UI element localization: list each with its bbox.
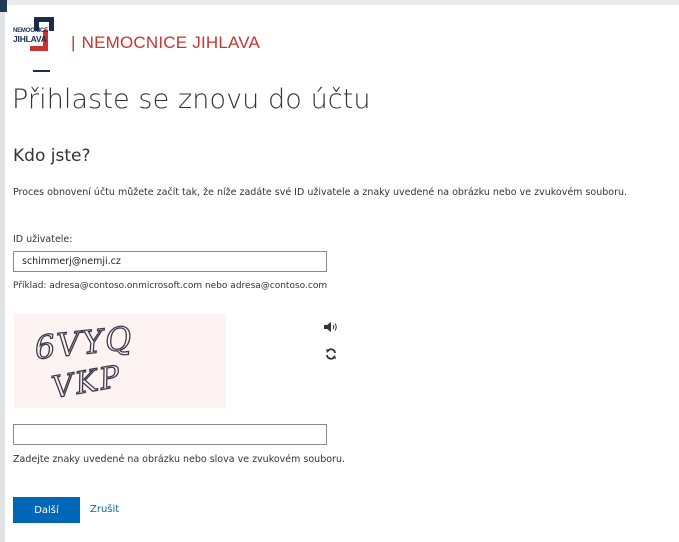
captcha-image: 6VYQ VKP <box>14 314 226 408</box>
intro-text: Proces obnovení účtu můžete začít tak, ž… <box>13 187 628 198</box>
window-left-edge <box>0 0 5 542</box>
user-id-label: ID uživatele: <box>13 234 73 245</box>
captcha-hint: Zadejte znaky uvedené na obrázku nebo sl… <box>13 454 345 465</box>
page-title: Přihlaste se znovu do účtu <box>12 84 371 115</box>
brand-title: | NEMOCNICE JIHLAVA <box>71 33 260 53</box>
account-recovery-page: NEMOCNICE JIHLAVA | NEMOCNICE JIHLAVA Při… <box>0 0 679 542</box>
brand-name: NEMOCNICE JIHLAVA <box>81 33 261 52</box>
captcha-input[interactable] <box>13 424 327 445</box>
user-id-input[interactable] <box>13 251 327 272</box>
cancel-link[interactable]: Zrušit <box>90 504 119 515</box>
logo-line-2: JIHLAVA <box>13 34 47 44</box>
window-corner-mark <box>0 0 7 12</box>
section-title: Kdo jste? <box>13 146 91 166</box>
captcha-graphic: 6VYQ VKP <box>32 318 136 406</box>
window-top-edge <box>0 0 679 5</box>
logo-wordmark: NEMOCNICE JIHLAVA <box>13 28 48 44</box>
logo-underline <box>33 70 50 72</box>
captcha-text-line-2: VKP <box>49 359 124 406</box>
speaker-icon[interactable] <box>324 318 338 332</box>
refresh-icon[interactable] <box>325 345 337 360</box>
captcha-text-line-1: 6VYQ <box>33 319 135 367</box>
brand-separator: | <box>71 33 76 52</box>
next-button[interactable]: Další <box>13 497 80 523</box>
user-id-example: Příklad: adresa@contoso.onmicrosoft.com … <box>13 281 328 291</box>
